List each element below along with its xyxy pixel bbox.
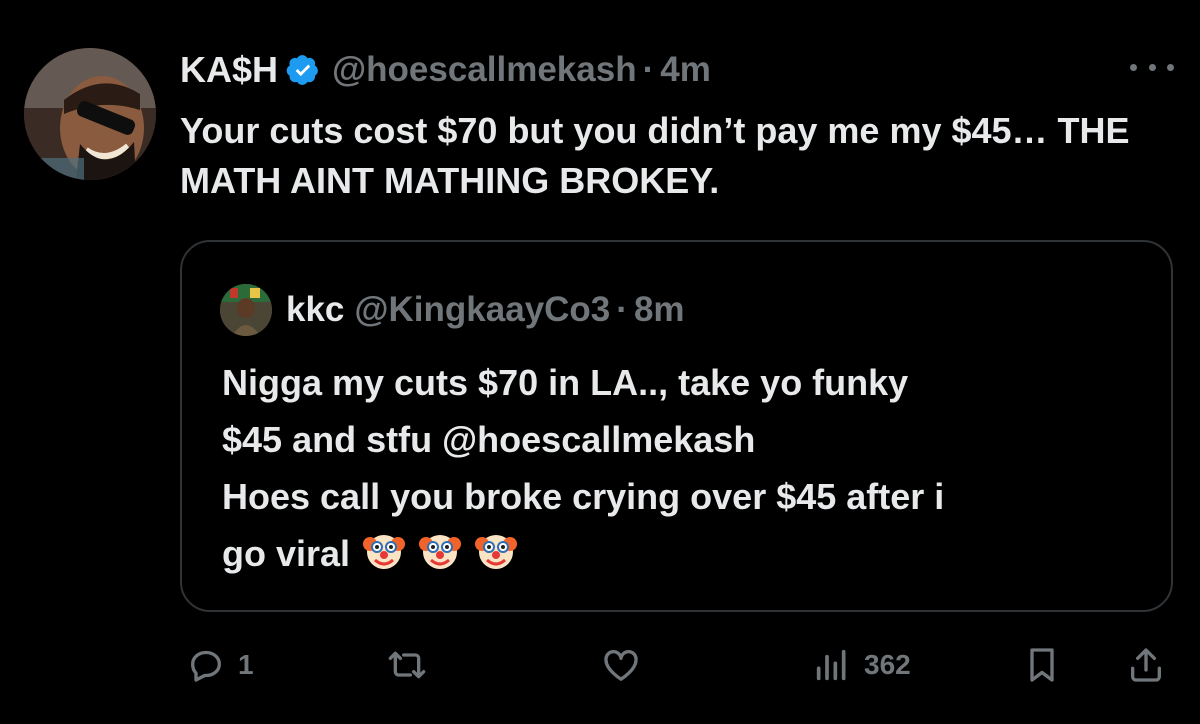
share-button[interactable] <box>1126 640 1166 690</box>
views-button[interactable]: 362 <box>812 640 911 690</box>
tweet-text: Your cuts cost $70 but you didn’t pay me… <box>180 110 1130 201</box>
like-button[interactable] <box>600 640 642 690</box>
bookmark-button[interactable] <box>1022 640 1062 690</box>
quoted-tweet-header: kkc @KingkaayCo3 · 8m <box>220 284 685 336</box>
clown-face-icon <box>418 528 462 572</box>
separator-dot: · <box>642 50 655 89</box>
views-icon <box>816 649 846 681</box>
author-display-name[interactable]: KA$H <box>180 49 278 91</box>
quoted-text-line-2-content: $45 and stfu @hoescallmekash <box>222 419 756 460</box>
quoted-tweet-text: Nigga my cuts $70 in LA.., take yo funky… <box>222 354 1152 582</box>
tweet-actions: 1 362 <box>180 640 1170 690</box>
retweet-button[interactable] <box>385 640 429 690</box>
author-avatar[interactable] <box>24 48 156 180</box>
tweet-header: KA$H @hoescallmekash · 4m <box>180 48 711 92</box>
separator-dot: · <box>616 290 628 329</box>
verified-badge-icon <box>286 53 320 87</box>
share-icon <box>1131 648 1161 682</box>
quoted-text-line-2: $45 and stfu @hoescallmekash <box>222 411 1152 468</box>
avatar-photo <box>24 48 156 180</box>
reply-count: 1 <box>238 649 254 680</box>
dot-icon <box>1167 63 1174 71</box>
tweet-timestamp[interactable]: 4m <box>660 50 711 90</box>
quoted-author-display-name[interactable]: kkc <box>286 290 344 330</box>
tweet-card[interactable]: KA$H @hoescallmekash · 4m Your cuts cost… <box>0 0 1200 724</box>
quoted-author-handle[interactable]: @KingkaayCo3 <box>354 290 610 330</box>
views-count: 362 <box>864 649 911 680</box>
reply-button[interactable]: 1 <box>186 640 254 690</box>
like-icon <box>604 649 638 681</box>
quoted-text-line-4: go viral <box>222 525 1152 582</box>
more-options-icon[interactable] <box>1130 52 1174 82</box>
quoted-avatar-photo <box>220 284 272 336</box>
quoted-text-line: Nigga my cuts $70 in LA.., take yo funky <box>222 362 909 403</box>
bookmark-icon <box>1030 648 1054 682</box>
reply-icon <box>191 650 221 682</box>
clown-face-icon <box>362 528 406 572</box>
author-handle[interactable]: @hoescallmekash <box>332 50 637 90</box>
quoted-tweet-timestamp[interactable]: 8m <box>634 290 685 330</box>
dot-icon <box>1130 63 1137 71</box>
quoted-text-line-4-content: go viral <box>222 533 351 574</box>
clown-face-icon <box>474 528 518 572</box>
quoted-tweet[interactable]: kkc @KingkaayCo3 · 8m Nigga my cuts $70 … <box>180 240 1173 612</box>
retweet-icon <box>388 651 426 679</box>
quoted-author-avatar[interactable] <box>220 284 272 336</box>
dot-icon <box>1148 63 1156 71</box>
quoted-text-line: Hoes call you broke crying over $45 afte… <box>222 476 945 517</box>
